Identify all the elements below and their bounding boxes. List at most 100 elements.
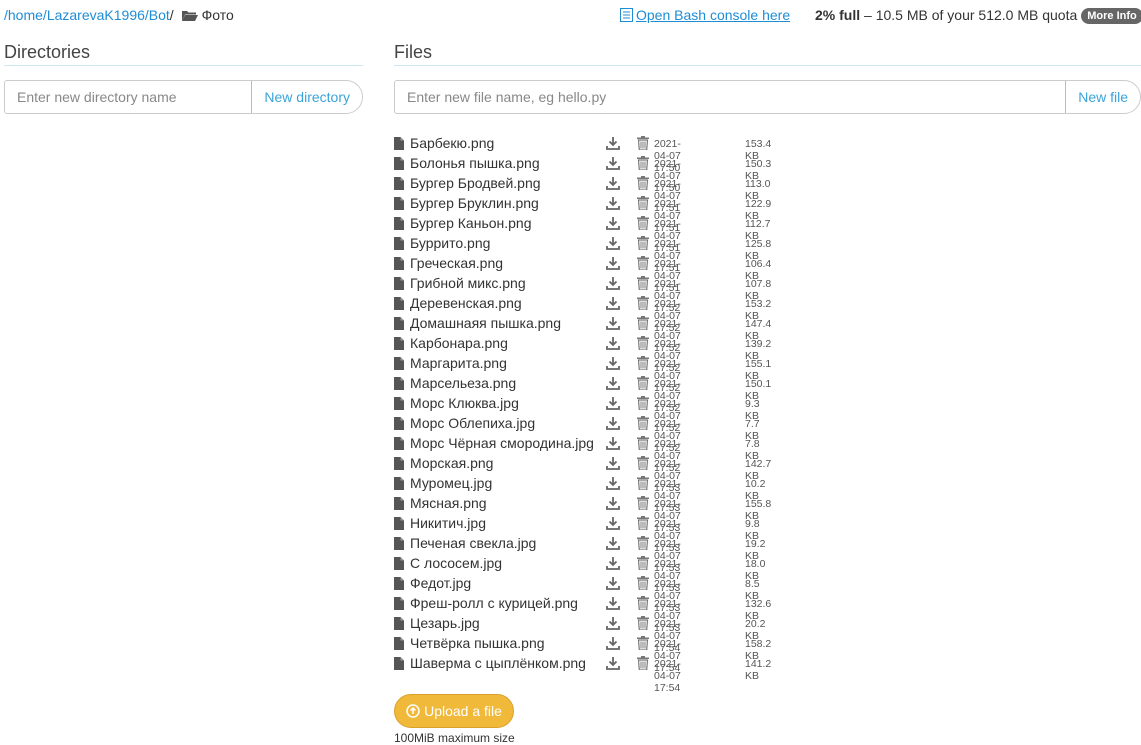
trash-icon[interactable] [637,616,649,635]
file-row: Четвёрка пышка.png 2021-04-07 17:54 158.2 … [394,633,771,674]
file-icon [394,176,404,190]
file-icon [394,456,404,470]
breadcrumb-bot[interactable]: Bot [149,7,170,23]
download-icon[interactable] [606,656,620,675]
breadcrumb-home[interactable]: home [8,7,43,23]
file-name-link[interactable]: Мясная.png [410,495,610,511]
file-name-link[interactable]: Деревенская.png [410,295,610,311]
trash-icon[interactable] [637,396,649,415]
new-directory-input[interactable] [5,81,252,113]
file-size: 141.2 KB [745,658,772,682]
trash-icon[interactable] [637,456,649,475]
file-name-link[interactable]: Четвёрка пышка.png [410,635,610,651]
file-row: Морс Клюква.jpg 2021-04-07 17:52 9.3 KB [394,393,760,434]
file-row: Никитич.jpg 2021-04-07 17:53 9.8 KB [394,513,760,554]
trash-icon[interactable] [637,576,649,595]
trash-icon[interactable] [637,316,649,335]
file-row: Цезарь.jpg 2021-04-07 17:54 20.2 KB [394,613,765,654]
top-bar: /home/LazarevaK1996/Bot/ Фото Open Bash … [0,0,1141,30]
file-icon [394,236,404,250]
directories-title: Directories [4,42,91,62]
file-icon [394,156,404,170]
file-icon [394,656,404,670]
folder-open-icon [181,11,198,21]
file-icon [394,636,404,650]
file-name-link[interactable]: С лососем.jpg [410,555,610,571]
trash-icon[interactable] [637,196,649,215]
trash-icon[interactable] [637,596,649,615]
file-name-link[interactable]: Федот.jpg [410,575,610,591]
file-name-link[interactable]: Печеная свекла.jpg [410,535,610,551]
breadcrumb-user[interactable]: LazarevaK1996 [47,7,145,23]
file-list: Барбекю.png 2021-04-07 17:50 153.4 KB Болон… [394,133,771,694]
new-file-input[interactable] [395,81,1066,113]
file-name-link[interactable]: Фреш-ролл с курицей.png [410,595,610,611]
file-row: Бургер Бродвей.png 2021-04-07 17:51 113.0 … [394,173,771,214]
file-row: Греческая.png 2021-04-07 17:51 106.4 KB [394,253,771,294]
trash-icon[interactable] [637,476,649,495]
file-icon [394,416,404,430]
directories-divider [4,65,363,66]
trash-icon[interactable] [637,136,649,155]
trash-icon[interactable] [637,296,649,315]
file-name-link[interactable]: Морская.png [410,455,610,471]
open-bash-console-link[interactable]: Open Bash console here [620,7,790,23]
file-name-link[interactable]: Бургер Бродвей.png [410,175,610,191]
file-name-link[interactable]: Муромец.jpg [410,475,610,491]
file-icon [394,536,404,550]
new-file-button[interactable]: New file [1065,81,1140,113]
quota-info: 2% full – 10.5 MB of your 512.0 MB quota… [815,7,1141,24]
trash-icon[interactable] [637,536,649,555]
trash-icon[interactable] [637,376,649,395]
file-icon [394,596,404,610]
file-icon [394,196,404,210]
upload-icon [406,704,420,718]
file-row: Морская.png 2021-04-07 17:53 142.7 KB [394,453,771,494]
trash-icon[interactable] [637,336,649,355]
trash-icon[interactable] [637,256,649,275]
file-row: Карбонара.png 2021-04-07 17:52 139.2 KB [394,333,771,374]
file-name-link[interactable]: Шаверма с цыплёнком.png [410,655,610,671]
file-name-link[interactable]: Цезарь.jpg [410,615,610,631]
trash-icon[interactable] [637,516,649,535]
file-name-link[interactable]: Морс Облепиха.jpg [410,415,610,431]
trash-icon[interactable] [637,636,649,655]
file-name-link[interactable]: Бургер Каньон.png [410,215,610,231]
file-name-link[interactable]: Морс Клюква.jpg [410,395,610,411]
file-name-link[interactable]: Греческая.png [410,255,610,271]
file-name-link[interactable]: Маргарита.png [410,355,610,371]
file-icon [394,316,404,330]
file-name-link[interactable]: Марсельеза.png [410,375,610,391]
trash-icon[interactable] [637,416,649,435]
trash-icon[interactable] [637,236,649,255]
upload-file-button[interactable]: Upload a file [394,694,514,728]
trash-icon[interactable] [637,356,649,375]
trash-icon[interactable] [637,656,649,675]
file-name-link[interactable]: Карбонара.png [410,335,610,351]
more-info-button[interactable]: More Info [1081,8,1141,24]
file-icon [394,276,404,290]
breadcrumb-current: Фото [201,7,234,23]
file-name-link[interactable]: Домашнаяя пышка.png [410,315,610,331]
trash-icon[interactable] [637,216,649,235]
trash-icon[interactable] [637,176,649,195]
file-name-link[interactable]: Болонья пышка.png [410,155,610,171]
trash-icon[interactable] [637,556,649,575]
file-icon [394,296,404,310]
file-name-link[interactable]: Буррито.png [410,235,610,251]
file-name-link[interactable]: Грибной микс.png [410,275,610,291]
new-directory-button[interactable]: New directory [251,81,362,113]
file-icon [394,576,404,590]
file-icon [394,256,404,270]
trash-icon[interactable] [637,436,649,455]
trash-icon[interactable] [637,276,649,295]
trash-icon[interactable] [637,496,649,515]
file-name-link[interactable]: Бургер Бруклин.png [410,195,610,211]
files-divider [394,65,1141,66]
file-row: Морс Чёрная смородина.jpg 2021-04-07 17:5… [394,433,760,474]
file-icon [394,396,404,410]
trash-icon[interactable] [637,156,649,175]
file-name-link[interactable]: Никитич.jpg [410,515,610,531]
file-name-link[interactable]: Барбекю.png [410,135,610,151]
file-name-link[interactable]: Морс Чёрная смородина.jpg [410,435,610,451]
